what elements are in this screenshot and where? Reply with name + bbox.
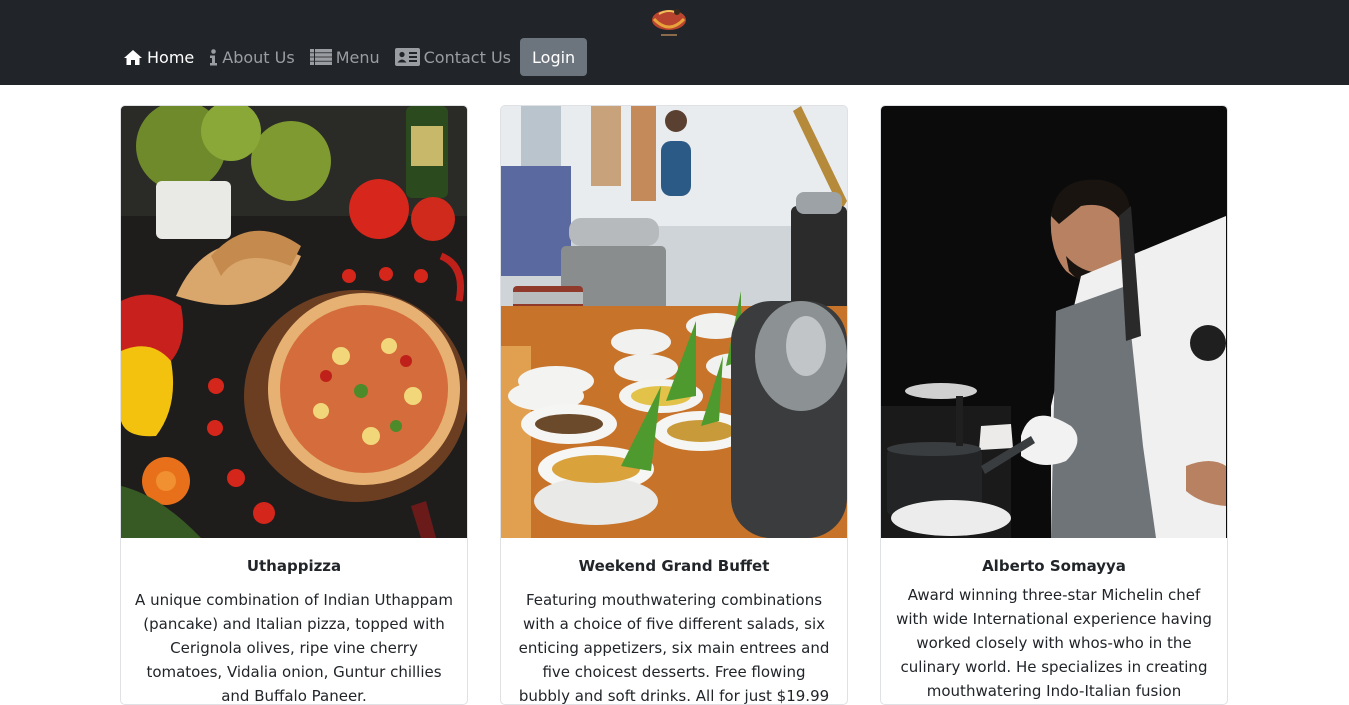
buffet-photo [501,106,847,538]
card-description: A unique combination of Indian Uthappam … [135,591,453,705]
address-card-icon [394,48,420,66]
info-icon [209,48,218,66]
card-description: Award winning three-star Michelin chef w… [896,586,1212,700]
nav-about-us[interactable]: About Us [209,38,295,76]
card-title: Alberto Somayya [982,557,1126,575]
top-navbar: Home About Us Menu Contact Us Login [0,0,1349,85]
dish-card: Weekend Grand Buffet Featuring mouthwate… [500,105,848,705]
card-title: Weekend Grand Buffet [578,557,770,575]
nav-home-label: Home [147,47,195,67]
chef-card: Alberto Somayya Award winning three-star… [880,105,1228,705]
card-body: Alberto Somayya Award winning three-star… [881,538,1227,704]
dish-card: Uthappizza A unique combination of India… [120,105,468,705]
card-body: Uthappizza A unique combination of India… [121,538,467,705]
list-icon [309,49,332,65]
nav-menu-label: Menu [335,47,380,67]
restaurant-logo-icon[interactable] [646,5,692,39]
card-title: Uthappizza [246,557,342,575]
login-button[interactable]: Login [520,38,588,76]
nav-contact-us[interactable]: Contact Us [394,38,512,76]
home-icon [123,49,143,66]
pizza-photo [121,106,467,538]
card-description: Featuring mouthwatering combinations wit… [518,591,830,705]
nav-about-us-label: About Us [222,47,295,67]
card-body: Weekend Grand Buffet Featuring mouthwate… [501,538,847,705]
main-nav: Home About Us Menu Contact Us Login [123,38,588,76]
chef-photo [881,106,1227,538]
nav-menu[interactable]: Menu [309,38,380,76]
nav-home[interactable]: Home [123,38,194,76]
nav-contact-us-label: Contact Us [423,47,512,67]
